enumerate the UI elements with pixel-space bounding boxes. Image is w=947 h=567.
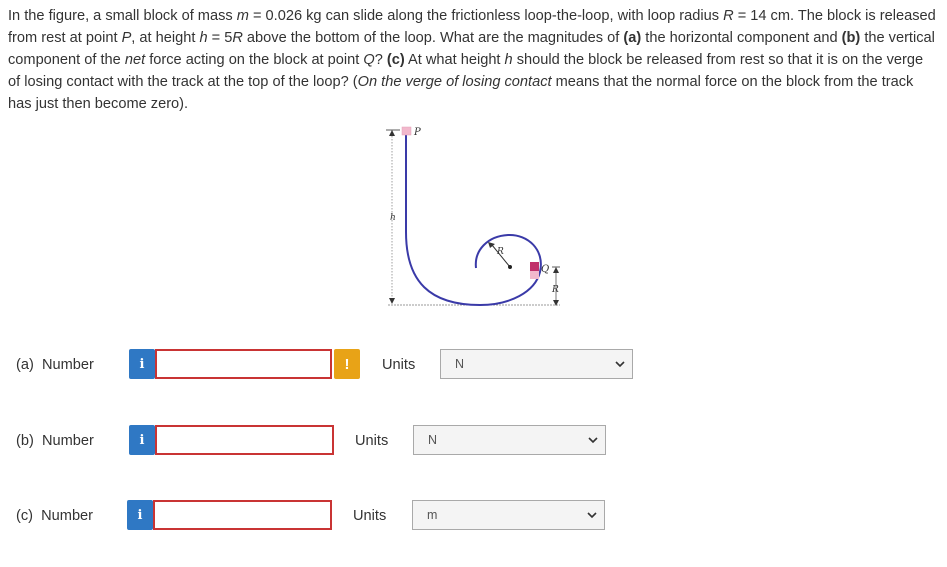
answer-row-a: (a) Number i ! Units N [0, 349, 947, 385]
label-Q: Q [541, 264, 549, 275]
info-icon[interactable]: i [129, 349, 155, 379]
units-c-label: Units [353, 508, 387, 524]
chevron-down-icon [588, 437, 598, 444]
units-a-label: Units [382, 357, 416, 373]
answer-c-input[interactable] [153, 500, 332, 530]
loop-center-dot [508, 265, 512, 269]
units-b-select[interactable]: N [413, 425, 606, 455]
info-icon[interactable]: i [127, 500, 153, 530]
row-b-label: (b) Number [16, 433, 94, 449]
answer-row-c: (c) Number i Units m [0, 500, 947, 536]
row-c-label: (c) Number [16, 508, 94, 524]
warning-icon[interactable]: ! [334, 349, 360, 379]
units-c-value: m [427, 508, 438, 522]
units-c-select[interactable]: m [412, 500, 605, 530]
chevron-down-icon [587, 512, 597, 519]
answer-a-input[interactable] [155, 349, 332, 379]
units-a-value: N [455, 357, 465, 371]
block-at-P [401, 126, 412, 136]
units-b-label: Units [355, 433, 389, 449]
answer-row-b: (b) Number i Units N [0, 425, 947, 461]
block-at-Q [530, 262, 539, 271]
loop-the-loop-figure: h P R Q R [386, 126, 560, 307]
answer-b-input[interactable] [155, 425, 334, 455]
label-h: h [390, 213, 396, 223]
units-b-value: N [428, 433, 438, 447]
label-R-right: R [551, 285, 559, 295]
info-icon[interactable]: i [129, 425, 155, 455]
label-P: P [413, 127, 421, 138]
chevron-down-icon [615, 361, 625, 368]
block-at-Q-shadow [530, 271, 539, 279]
question-text: In the figure, a small block of mass m =… [8, 8, 936, 112]
units-a-select[interactable]: N [440, 349, 633, 379]
row-a-label: (a) Number [16, 357, 94, 373]
label-R-radius: R [496, 247, 504, 257]
track-path [405, 134, 542, 307]
